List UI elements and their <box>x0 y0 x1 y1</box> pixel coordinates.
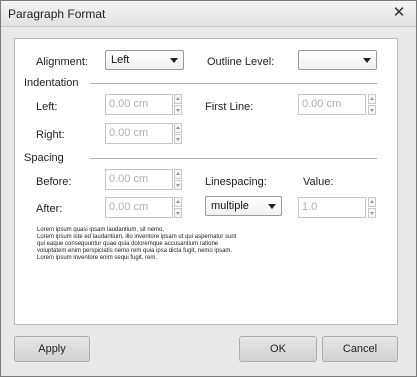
spacing-after-label: After: <box>36 203 63 215</box>
spacing-divider <box>90 158 377 159</box>
outline-level-select[interactable] <box>298 50 377 70</box>
chevron-down-icon <box>268 204 276 209</box>
chevron-down-icon <box>363 58 371 63</box>
spacing-before-label: Before: <box>36 176 72 188</box>
stepper-up-icon[interactable] <box>174 197 182 207</box>
stepper-down-icon[interactable] <box>368 208 376 218</box>
first-line-input[interactable]: 0.00 cm <box>298 94 366 115</box>
preview-line: voluptatem enim perspiciatis nemo rem qu… <box>37 248 233 254</box>
linespacing-select[interactable]: multiple <box>205 196 282 216</box>
stepper-down-icon[interactable] <box>368 105 376 115</box>
indentation-divider <box>90 83 377 84</box>
close-icon[interactable]: ✕ <box>392 5 406 21</box>
value-label: Value: <box>303 176 334 188</box>
title-bar: Paragraph Format ✕ <box>1 1 416 27</box>
outline-level-label: Outline Level: <box>207 56 275 68</box>
stepper-up-icon[interactable] <box>174 123 182 133</box>
indent-right-input[interactable]: 0.00 cm <box>105 123 173 144</box>
stepper-down-icon[interactable] <box>174 180 182 190</box>
stepper-up-icon[interactable] <box>368 197 376 207</box>
preview-line: qui eaque consequuntur quae quia dolorem… <box>37 241 219 247</box>
first-line-label: First Line: <box>205 101 254 113</box>
spacing-after-input[interactable]: 0.00 cm <box>105 197 173 218</box>
apply-button[interactable]: Apply <box>14 336 90 362</box>
stepper-up-icon[interactable] <box>174 94 182 104</box>
chevron-down-icon <box>170 58 178 63</box>
stepper-down-icon[interactable] <box>174 134 182 144</box>
linespacing-label: Linespacing: <box>205 176 267 188</box>
preview-line: Lorem ipsum inventore enim sequi fugit, … <box>37 255 158 261</box>
dialog-title: Paragraph Format <box>8 7 106 21</box>
paragraph-format-dialog: Paragraph Format ✕ Alignment: Left Outli… <box>0 0 417 377</box>
cancel-button[interactable]: Cancel <box>322 336 398 362</box>
indent-left-input[interactable]: 0.00 cm <box>105 94 173 115</box>
indent-left-label: Left: <box>36 101 58 113</box>
spacing-after-stepper[interactable] <box>174 197 182 218</box>
spacing-heading: Spacing <box>24 152 64 164</box>
spacing-before-input[interactable]: 0.00 cm <box>105 169 173 190</box>
indent-right-stepper[interactable] <box>174 123 182 144</box>
preview-line: Lorem ipsum iste ed laudantium, illo inv… <box>37 234 237 240</box>
ok-button[interactable]: OK <box>239 336 317 362</box>
indent-left-stepper[interactable] <box>174 94 182 115</box>
alignment-value: Left <box>111 54 130 66</box>
spacing-before-stepper[interactable] <box>174 169 182 190</box>
linespacing-value: multiple <box>211 200 249 212</box>
stepper-up-icon[interactable] <box>368 94 376 104</box>
alignment-select[interactable]: Left <box>105 50 184 70</box>
settings-panel: Alignment: Left Outline Level: Indentati… <box>14 38 398 325</box>
stepper-down-icon[interactable] <box>174 105 182 115</box>
indentation-heading: Indentation <box>24 77 79 89</box>
stepper-down-icon[interactable] <box>174 208 182 218</box>
alignment-label: Alignment: <box>36 56 88 68</box>
linespacing-value-input[interactable]: 1.0 <box>298 197 366 218</box>
preview-text: Lorem ipsum quasi ipsam laudantium, sit … <box>37 227 297 262</box>
linespacing-value-stepper[interactable] <box>368 197 376 218</box>
preview-line: Lorem ipsum quasi ipsam laudantium, sit … <box>37 227 165 233</box>
stepper-up-icon[interactable] <box>174 169 182 179</box>
indent-right-label: Right: <box>36 129 65 141</box>
first-line-stepper[interactable] <box>368 94 376 115</box>
